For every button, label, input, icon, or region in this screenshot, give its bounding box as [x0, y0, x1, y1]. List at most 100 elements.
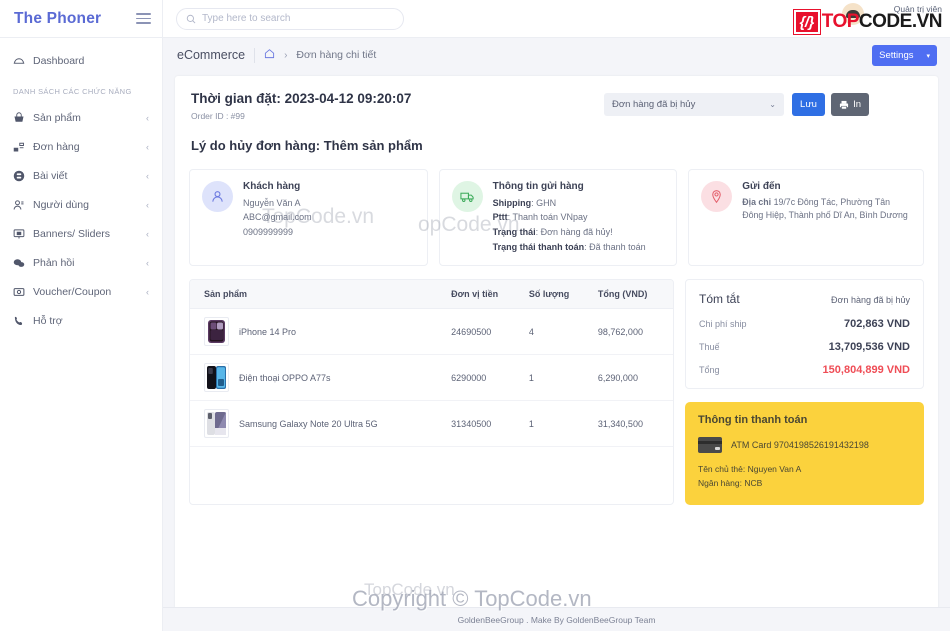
sidebar-item-users[interactable]: Người dùng ‹ [0, 190, 162, 219]
product-name: iPhone 14 Pro [239, 327, 296, 337]
cell-price: 6290000 [445, 355, 523, 401]
shipping-provider-value: : GHN [531, 198, 556, 208]
payment-method-value: : Thanh toán VNpay [508, 212, 588, 222]
product-cell: iPhone 14 Pro [204, 317, 439, 346]
payment-status-key: Trạng thái thanh toán [493, 242, 585, 252]
customer-phone: 0909999999 [243, 225, 312, 240]
address-card: Gửi đến Địa chỉ 19/7c Đông Tác, Phường T… [688, 169, 924, 266]
order-status-row: Trạng thái: Đơn hàng đã hủy! [493, 225, 646, 240]
user-icon [202, 181, 233, 212]
address-card-title: Gửi đến [742, 181, 911, 192]
chevron-left-icon: ‹ [146, 229, 149, 239]
address-card-body: Gửi đến Địa chỉ 19/7c Đông Tác, Phường T… [742, 181, 911, 254]
payment-card-holder: Tên chủ thẻ: Nguyen Van A [698, 463, 911, 477]
chevron-left-icon: ‹ [146, 200, 149, 210]
sidebar-item-posts[interactable]: Bài viết ‹ [0, 161, 162, 190]
summary-status: Đơn hàng đã bị hủy [831, 295, 910, 305]
table-row: iPhone 14 Pro 24690500 4 98,762,000 [190, 309, 673, 355]
cell-total: 98,762,000 [592, 309, 673, 355]
order-status-value: Đơn hàng đã bị hủy [612, 99, 695, 110]
brand-logo[interactable]: The Phoner [0, 10, 125, 28]
payment-bank: Ngân hàng: NCB [698, 477, 911, 491]
sidebar-item-label: Banners/ Sliders [33, 228, 146, 240]
payment-method-key: Pttt [493, 212, 508, 222]
main-content: eCommerce › Đơn hàng chi tiết Settings ▾… [163, 38, 950, 631]
sidebar-item-label: Người dùng [33, 199, 146, 211]
sidebar-item-dashboard[interactable]: Dashboard [0, 46, 162, 75]
summary-total-value: 150,804,899 VND [823, 364, 910, 376]
customer-card: Khách hàng Nguyễn Văn A ABC@gmail.com 09… [189, 169, 428, 266]
order-header: Thời gian đặt: 2023-04-12 09:20:07 Order… [175, 76, 938, 153]
sidebar-item-feedback[interactable]: Phản hồi ‹ [0, 248, 162, 277]
voucher-icon [13, 286, 33, 298]
orders-icon [13, 141, 33, 153]
sidebar-item-support[interactable]: Hỗ trợ [0, 306, 162, 335]
sidebar-item-label: Hỗ trợ [33, 315, 149, 327]
search-box[interactable] [176, 8, 404, 30]
chevron-down-icon: ⌄ [769, 100, 776, 109]
phone-icon [13, 315, 33, 327]
sidebar-item-label: Sản phẩm [33, 112, 146, 124]
sidebar-item-label: Dashboard [33, 55, 149, 67]
dashboard-icon [13, 55, 33, 67]
cell-price: 24690500 [445, 309, 523, 355]
cell-total: 6,290,000 [592, 355, 673, 401]
customer-name: Nguyễn Văn A [243, 196, 312, 211]
payment-card-number: ATM Card 9704198526191432198 [731, 440, 869, 450]
payment-method-row: Pttt: Thanh toán VNpay [493, 210, 646, 225]
chevron-left-icon: ‹ [146, 142, 149, 152]
sidebar-item-banners[interactable]: Banners/ Sliders ‹ [0, 219, 162, 248]
cell-total: 31,340,500 [592, 401, 673, 447]
cell-quantity: 1 [523, 355, 592, 401]
customer-card-title: Khách hàng [243, 181, 312, 192]
printer-icon [839, 100, 849, 110]
galaxy-note-20-thumb [204, 409, 229, 438]
sidebar-item-products[interactable]: Sản phẩm ‹ [0, 103, 162, 132]
sidebar-section-title: DANH SÁCH CÁC CHỨC NĂNG [0, 75, 162, 103]
shipping-provider-row: Shipping: GHN [493, 196, 646, 211]
summary-header: Tóm tắt Đơn hàng đã bị hủy [699, 292, 910, 306]
hamburger-icon[interactable] [125, 0, 163, 38]
summary-row-ship: Chi phí ship 702,863 VND [699, 318, 910, 330]
watermark-logo-vn: .VN [912, 11, 942, 33]
sidebar-item-orders[interactable]: Đơn hàng ‹ [0, 132, 162, 161]
feedback-icon [13, 257, 33, 269]
th-price: Đơn vị tiền [445, 280, 523, 309]
breadcrumb-divider [254, 48, 255, 63]
sidebar-item-voucher[interactable]: Voucher/Coupon ‹ [0, 277, 162, 306]
summary-card: Tóm tắt Đơn hàng đã bị hủy Chi phí ship … [685, 279, 924, 389]
credit-card-icon [698, 437, 722, 453]
sidebar-item-label: Đơn hàng [33, 141, 146, 153]
payment-card-title: Thông tin thanh toán [698, 414, 911, 426]
right-column: Tóm tắt Đơn hàng đã bị hủy Chi phí ship … [685, 279, 924, 505]
summary-total-label: Tổng [699, 365, 720, 375]
sidebar-item-label: Voucher/Coupon [33, 286, 146, 298]
settings-button[interactable]: Settings ▾ [872, 45, 937, 66]
cell-price: 31340500 [445, 401, 523, 447]
cancel-reason: Lý do hủy đơn hàng: Thêm sản phẩm [191, 138, 922, 153]
info-cards-row: Khách hàng Nguyễn Văn A ABC@gmail.com 09… [175, 153, 938, 266]
summary-label: Chi phí ship [699, 319, 747, 329]
summary-label: Thuế [699, 342, 720, 352]
sidebar-item-label: Phản hồi [33, 257, 146, 269]
banner-icon [13, 228, 33, 240]
search-icon [186, 14, 196, 24]
cell-quantity: 1 [523, 401, 592, 447]
chevron-down-icon: ▾ [926, 52, 930, 60]
products-table-card: Sản phẩm Đơn vị tiền Số lượng Tổng (VND) [189, 279, 674, 505]
product-cell: Samsung Galaxy Note 20 Ultra 5G [204, 409, 439, 438]
table-row: Điện thoại OPPO A77s 6290000 1 6,290,000 [190, 355, 673, 401]
app-root: The Phoner Quản trị viên {/} TOP CODE .V… [0, 0, 950, 631]
payment-card-number-row: ATM Card 9704198526191432198 [698, 437, 911, 453]
print-button[interactable]: In [831, 93, 869, 116]
order-status-select[interactable]: Đơn hàng đã bị hủy ⌄ [604, 93, 784, 116]
save-button[interactable]: Lưu [792, 93, 825, 116]
summary-row-total: Tổng 150,804,899 VND [699, 364, 910, 376]
watermark-logo: {/} TOP CODE .VN [794, 10, 942, 34]
shipping-card: Thông tin gửi hàng Shipping: GHN Pttt: T… [439, 169, 678, 266]
search-input[interactable] [202, 13, 392, 24]
location-pin-icon [701, 181, 732, 212]
shipping-card-title: Thông tin gửi hàng [493, 181, 646, 192]
product-name: Điện thoại OPPO A77s [239, 373, 331, 383]
home-icon[interactable] [264, 48, 275, 62]
